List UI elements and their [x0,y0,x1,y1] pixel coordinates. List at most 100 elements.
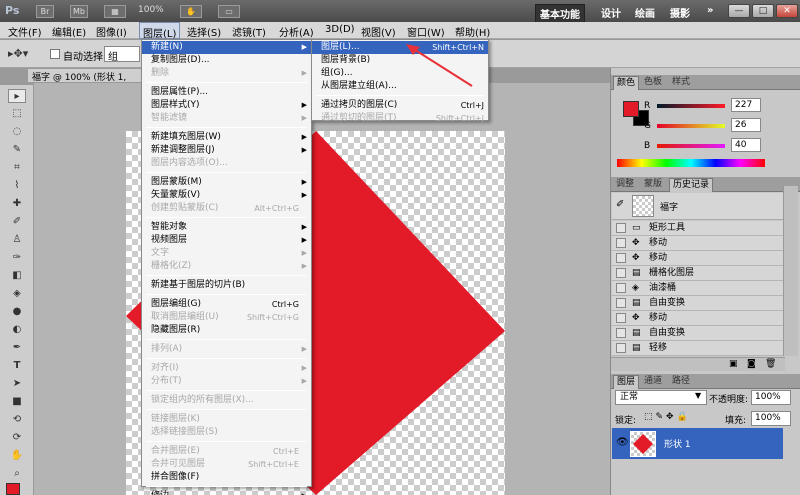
layer-menu-item[interactable]: 图层属性(P)... [142,86,311,99]
3d-orbit-tool-icon[interactable]: ⟳ [8,431,26,445]
minimize-button[interactable]: — [728,4,750,18]
history-brush-tool-icon[interactable]: ✑ [8,251,26,265]
history-checkbox[interactable] [616,253,626,263]
layer-menu-item[interactable]: 视频图层 ▶ [142,234,311,247]
tab-history[interactable]: 历史记录 [669,178,714,192]
arrange-icon[interactable]: ▭ [218,5,240,18]
type-tool-icon[interactable]: T [8,359,26,373]
history-item[interactable]: ▤ 轻移 [612,341,790,356]
menu-edit[interactable]: 编辑(E) [52,24,86,39]
tab-color[interactable]: 颜色 [613,76,640,90]
snapshot-icon[interactable]: ◙ [747,359,756,369]
history-item[interactable]: ▤ 自由变换 [612,326,790,341]
tab-adjustments[interactable]: 调整 [613,178,637,192]
minibridge-button[interactable]: Mb [70,5,88,18]
new-submenu-item[interactable]: 通过拷贝的图层(C) Ctrl+J [312,99,488,112]
history-item[interactable]: ▭ 矩形工具 [612,221,790,236]
guides-icon[interactable]: ▦ [104,5,126,18]
history-checkbox[interactable] [616,238,626,248]
hand-tool-icon[interactable]: ✋ [8,449,26,463]
menu-file[interactable]: 文件(F) [8,24,42,39]
more-workspaces-icon[interactable]: » [703,4,717,17]
layer-menu-item[interactable]: 图层编组(G) Ctrl+G [142,298,311,311]
history-checkbox[interactable] [616,313,626,323]
layer-menu-item[interactable]: 智能对象 ▶ [142,221,311,234]
history-item[interactable]: ▤ 自由变换 [612,296,790,311]
tab-layers[interactable]: 图层 [613,375,640,389]
tab-styles[interactable]: 样式 [669,76,693,90]
r-value-input[interactable]: 227 [731,98,761,112]
dodge-tool-icon[interactable]: ◐ [8,323,26,337]
fill-input[interactable]: 100% [751,411,791,426]
auto-select-dropdown[interactable]: 组 [104,46,140,63]
lasso-tool-icon[interactable]: ◌ [8,125,26,139]
stamp-tool-icon[interactable]: ♙ [8,233,26,247]
3d-rotate-tool-icon[interactable]: ⟲ [8,413,26,427]
eye-icon[interactable]: 👁 [616,437,629,448]
blend-mode-chevron-down-icon[interactable]: ▼ [695,391,701,400]
b-slider[interactable] [657,144,725,148]
lock-icons[interactable]: ⬚✎✥🔒 [644,412,691,422]
layer-menu-item[interactable]: 复制图层(D)... [142,54,311,67]
layer-menu-item[interactable]: 新建基于图层的切片(B) [142,279,311,292]
layer-menu-item[interactable]: 新建填充图层(W) ▶ [142,131,311,144]
quick-select-tool-icon[interactable]: ✎ [8,143,26,157]
auto-select-checkbox[interactable] [50,49,60,59]
foreground-color-swatch[interactable] [6,483,20,495]
menu-help[interactable]: 帮助(H) [455,24,490,39]
new-document-icon[interactable]: ▣ [729,359,738,369]
crop-tool-icon[interactable]: ⌗ [8,161,26,175]
workspace-photography[interactable]: 摄影 [666,4,694,21]
eyedropper-tool-icon[interactable]: ⌇ [8,179,26,193]
g-value-input[interactable]: 26 [731,118,761,132]
history-checkbox[interactable] [616,328,626,338]
history-scrollbar[interactable] [783,186,798,356]
blur-tool-icon[interactable]: ● [8,305,26,319]
workspace-painting[interactable]: 绘画 [631,4,659,21]
maximize-button[interactable]: □ [752,4,774,18]
hand-icon[interactable]: ✋ [180,5,202,18]
layer-row-shape-1[interactable]: 👁 形状 1 [612,428,783,459]
menu-filter[interactable]: 滤镜(T) [232,24,266,39]
history-item[interactable]: ✥ 移动 [612,236,790,251]
close-button[interactable]: ✕ [776,4,798,18]
r-slider[interactable] [657,104,725,108]
menu-analysis[interactable]: 分析(A) [279,24,314,39]
tab-swatches[interactable]: 色板 [641,76,665,90]
tab-paths[interactable]: 路径 [669,375,693,389]
menu-layer[interactable]: 图层(L) [139,22,181,40]
history-item[interactable]: ◈ 油漆桶 [612,281,790,296]
menu-3d[interactable]: 3D(D) [325,24,355,35]
history-item[interactable]: ▤ 栅格化图层 [612,266,790,281]
menu-window[interactable]: 窗口(W) [407,24,445,39]
b-value-input[interactable]: 40 [731,138,761,152]
workspace-essentials[interactable]: 基本功能 [535,4,585,23]
history-checkbox[interactable] [616,283,626,293]
eraser-tool-icon[interactable]: ◧ [8,269,26,283]
pen-tool-icon[interactable]: ✒ [8,341,26,355]
menu-view[interactable]: 视图(V) [361,24,396,39]
path-select-tool-icon[interactable]: ➤ [8,377,26,391]
trash-icon[interactable]: 🗑 [765,359,776,369]
layer-menu-item[interactable]: 图层样式(Y) ▶ [142,99,311,112]
layer-menu-item[interactable]: 图层蒙版(M) ▶ [142,176,311,189]
menu-image[interactable]: 图像(I) [96,24,127,39]
color-spectrum-bar[interactable] [617,159,765,167]
zoom-level[interactable]: 100% [138,5,164,15]
history-checkbox[interactable] [616,223,626,233]
tab-masks[interactable]: 蒙版 [641,178,665,192]
document-tab[interactable]: 福字 @ 100% (形状 1, [27,68,145,83]
history-checkbox[interactable] [616,343,626,353]
g-slider[interactable] [657,124,725,128]
brush-tool-icon[interactable]: ✐ [8,215,26,229]
history-checkbox[interactable] [616,298,626,308]
history-item[interactable]: ✥ 移动 [612,251,790,266]
layer-menu-item[interactable]: 矢量蒙版(V) ▶ [142,189,311,202]
layer-menu-item[interactable]: 新建(N) ▶ [142,41,311,54]
opacity-input[interactable]: 100% [751,390,791,405]
history-item[interactable]: ✥ 移动 [612,311,790,326]
shape-tool-icon[interactable]: ■ [8,395,26,409]
tab-channels[interactable]: 通道 [641,375,665,389]
move-tool-icon[interactable]: ▸✥▾ [8,47,28,60]
marquee-tool-icon[interactable]: ⬚ [8,107,26,121]
